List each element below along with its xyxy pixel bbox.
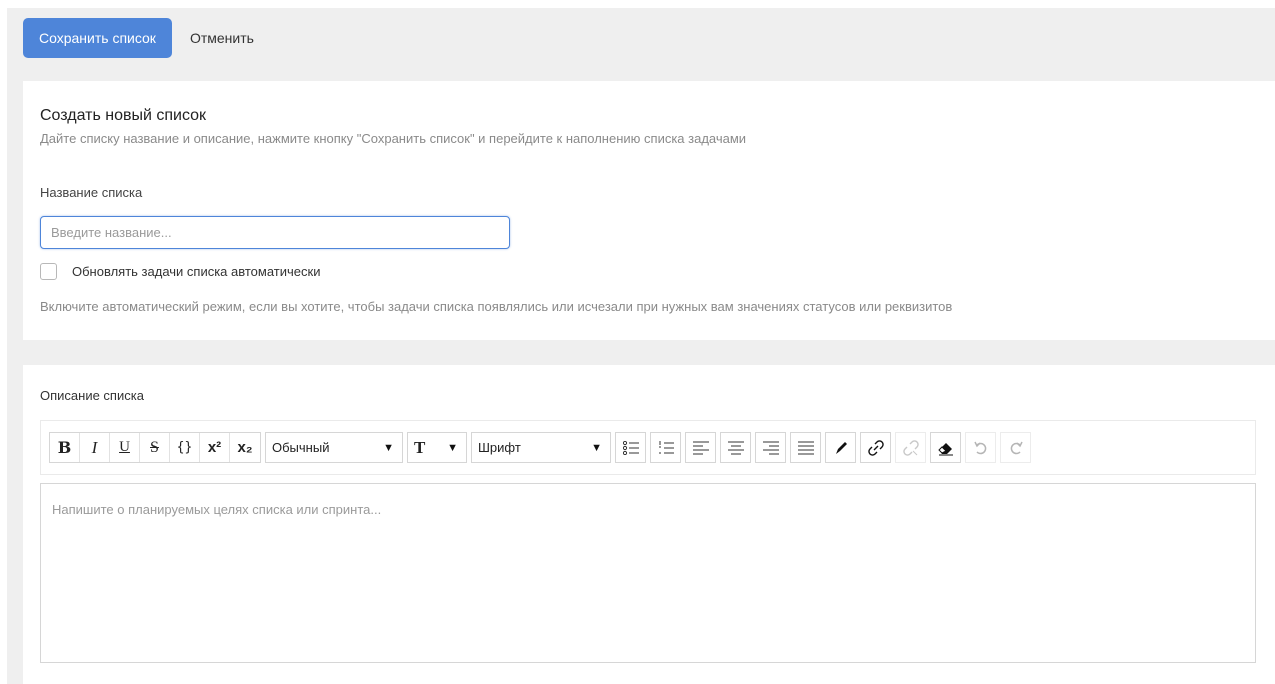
- pen-icon: [835, 441, 847, 454]
- align-right-icon: [762, 441, 779, 454]
- superscript-button[interactable]: x²: [200, 433, 230, 462]
- undo-icon: [973, 441, 986, 454]
- description-label: Описание списка: [40, 388, 144, 403]
- strikethrough-button[interactable]: S: [140, 433, 170, 462]
- editor-placeholder: Напишите о планируемых целях списка или …: [52, 502, 382, 517]
- numbered-list-button[interactable]: [650, 432, 681, 463]
- font-size-select[interactable]: T ▼: [407, 432, 467, 463]
- link-button[interactable]: [860, 432, 891, 463]
- numbered-list-icon: [658, 440, 674, 453]
- text-color-button[interactable]: [825, 432, 856, 463]
- cancel-button[interactable]: Отменить: [186, 30, 258, 46]
- underline-button[interactable]: U: [110, 433, 140, 462]
- code-button[interactable]: {}: [170, 433, 200, 462]
- section-subtitle: Дайте списку название и описание, нажмит…: [40, 131, 747, 146]
- align-justify-button[interactable]: [790, 432, 821, 463]
- bullet-list-button[interactable]: [615, 432, 646, 463]
- auto-update-label[interactable]: Обновлять задачи списка автоматически: [72, 264, 320, 279]
- caret-down-icon: ▼: [591, 441, 602, 454]
- font-size-icon: T: [414, 437, 426, 457]
- description-card: Описание списка B I U S {} x² x₂ Обычный…: [23, 365, 1275, 684]
- auto-update-row: Обновлять задачи списка автоматически: [40, 263, 320, 280]
- list-name-input[interactable]: [40, 216, 510, 249]
- top-action-bar: Сохранить список Отменить: [23, 18, 258, 58]
- auto-update-checkbox[interactable]: [40, 263, 57, 280]
- redo-button[interactable]: [1000, 432, 1031, 463]
- caret-down-icon: ▼: [447, 441, 458, 454]
- list-name-label: Название списка: [40, 185, 143, 200]
- redo-icon: [1010, 441, 1023, 454]
- align-justify-icon: [797, 441, 814, 454]
- unlink-icon: [902, 439, 919, 456]
- caret-down-icon: ▼: [383, 441, 394, 454]
- create-list-card: Создать новый список Дайте списку назван…: [23, 81, 1275, 340]
- align-right-button[interactable]: [755, 432, 786, 463]
- format-group: B I U S {} x² x₂: [49, 432, 261, 463]
- align-left-button[interactable]: [685, 432, 716, 463]
- block-type-value: Обычный: [272, 440, 330, 455]
- align-left-icon: [692, 441, 709, 454]
- editor-toolbar: B I U S {} x² x₂ Обычный ▼ T ▼ Шрифт ▼: [40, 420, 1256, 475]
- block-type-select[interactable]: Обычный ▼: [265, 432, 403, 463]
- link-icon: [867, 439, 884, 456]
- save-list-button[interactable]: Сохранить список: [23, 18, 172, 58]
- description-editor[interactable]: Напишите о планируемых целях списка или …: [40, 483, 1256, 663]
- subscript-button[interactable]: x₂: [230, 433, 260, 462]
- font-family-select[interactable]: Шрифт ▼: [471, 432, 611, 463]
- align-center-button[interactable]: [720, 432, 751, 463]
- bullet-list-icon: [622, 440, 639, 455]
- unlink-button[interactable]: [895, 432, 926, 463]
- undo-button[interactable]: [965, 432, 996, 463]
- clear-format-button[interactable]: [930, 432, 961, 463]
- auto-update-hint: Включите автоматический режим, если вы х…: [40, 299, 953, 314]
- italic-button[interactable]: I: [80, 433, 110, 462]
- font-family-value: Шрифт: [478, 440, 521, 455]
- align-center-icon: [727, 441, 744, 454]
- section-title: Создать новый список: [40, 107, 207, 124]
- bold-button[interactable]: B: [50, 433, 80, 462]
- eraser-icon: [937, 442, 953, 455]
